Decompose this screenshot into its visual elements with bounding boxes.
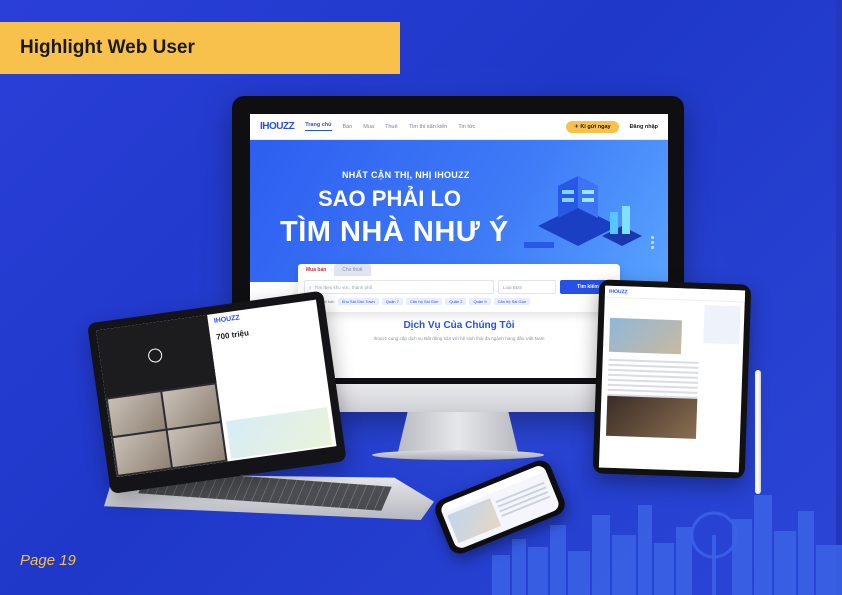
page-number: Page 19 [20,552,76,569]
tablet-screen: IHOUZZ [598,285,746,473]
article-text [607,356,699,402]
property-type-select[interactable]: Loại BĐS [498,280,556,294]
chip-item[interactable]: Căn hộ Sài Gòn [493,298,531,305]
site-logo[interactable]: IHOUZZ [260,121,295,132]
chip-item[interactable]: Căn hộ Sài Gòn [405,298,443,305]
tab-buy-sell[interactable]: Mua bán [298,264,335,276]
tab-rent[interactable]: Cho thuê [334,264,371,276]
consign-button-label: Kí gửi ngay [580,123,611,130]
popular-search-chips: Tìm kiếm nổi bật: Khu Sài Gòn Town Quận … [304,298,531,305]
title-banner: Highlight Web User [0,22,400,74]
nav-news[interactable]: Tin tức [458,124,475,130]
site-navbar: IHOUZZ Trang chủ Bán Mua Thuê Tìm thi sả… [250,114,668,140]
page-title: Highlight Web User [20,37,195,58]
login-link[interactable]: Đăng nhập [630,124,658,130]
laptop: IHOUZZ 700 triệu [87,290,347,494]
chip-item[interactable]: Quận 2 [445,298,467,305]
nav-rent[interactable]: Thuê [385,124,398,130]
hero-headline-1: SAO PHẢI LO [318,186,462,211]
laptop-screen: IHOUZZ 700 triệu [96,299,337,478]
tablet-navbar: IHOUZZ [604,285,746,303]
consign-button[interactable]: ✈ Kí gửi ngay [566,120,619,133]
monitor-base [372,450,544,460]
listing-map[interactable] [225,407,333,459]
nav-home[interactable]: Trang chủ [305,122,332,131]
tablet-logo[interactable]: IHOUZZ [609,288,628,295]
search-icon: ⌕ [309,284,312,290]
tablet: IHOUZZ [592,279,752,479]
nav-find[interactable]: Tìm thi sản kiến [409,124,448,130]
listing-details: IHOUZZ 700 triệu [209,300,320,347]
hero-banner: NHẤT CẬN THỊ, NHỊ IHOUZZ SAO PHẢI LO TÌM… [250,140,668,282]
location-search-input[interactable]: ⌕ Tìm theo khu vực, thành phố [304,280,494,294]
article-photo [605,395,698,439]
thumbnail-image[interactable] [113,430,171,475]
article-image [608,317,683,355]
search-placeholder: Tìm theo khu vực, thành phố [314,284,373,290]
nav-sell[interactable]: Bán [343,124,353,130]
isometric-building-illustration [524,176,642,248]
thumbnail-image[interactable] [162,384,220,429]
stylus-pencil [755,370,761,494]
listing-thumbnails [106,382,228,477]
listing-gallery [96,314,228,478]
chip-item[interactable]: Khu Sài Gòn Town [337,298,379,305]
article-sidebar [703,305,741,345]
hero-subtitle: NHẤT CẬN THỊ, NHỊ IHOUZZ [342,170,470,180]
hero-headline-2: TÌM NHÀ NHƯ Ý [280,216,509,248]
thumbnail-image[interactable] [167,423,226,468]
search-tabs: Mua bán Cho thuê [298,264,371,276]
monitor-stand [398,412,518,452]
chip-item[interactable]: Quận 7 [381,298,403,305]
carousel-dots[interactable] [651,234,654,251]
play-icon[interactable] [147,347,164,364]
search-row: ⌕ Tìm theo khu vực, thành phố Loại BĐS T… [304,280,616,294]
thumbnail-image[interactable] [107,392,166,437]
chip-item[interactable]: Quận 9 [469,298,491,305]
nav-buy[interactable]: Mua [363,124,374,130]
